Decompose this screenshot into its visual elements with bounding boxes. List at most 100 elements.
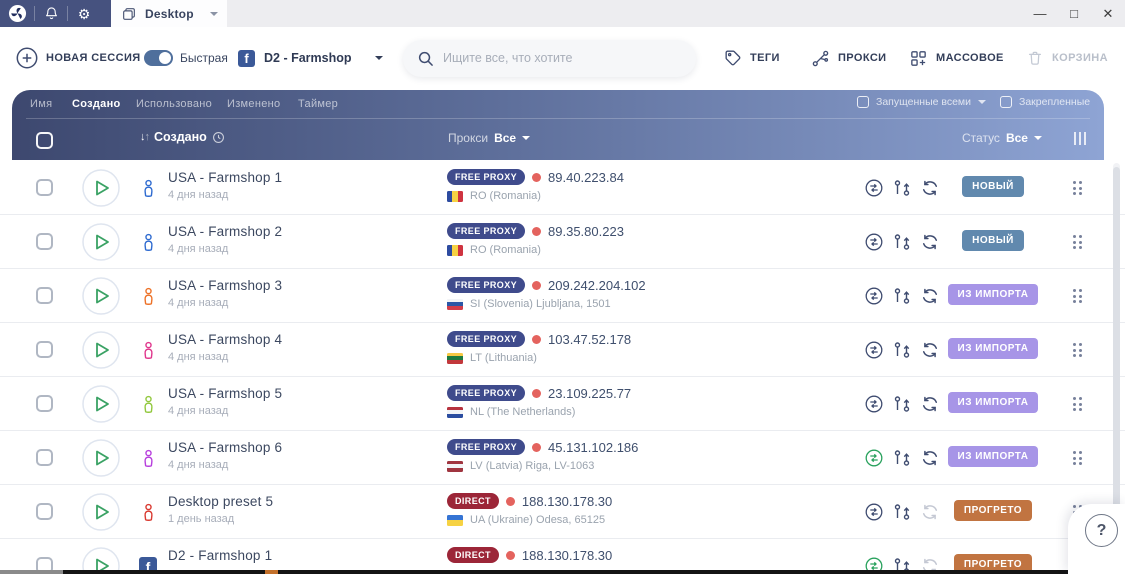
tab-desktop[interactable]: Desktop — [111, 0, 227, 27]
row-actions — [864, 340, 940, 360]
row-menu-kebab[interactable] — [1073, 451, 1083, 465]
tab-used[interactable]: Использовано — [136, 98, 212, 110]
country-flag-icon — [447, 352, 463, 364]
filter-pinned[interactable]: Закрепленные — [1000, 96, 1090, 108]
row-menu-kebab[interactable] — [1073, 181, 1083, 195]
proxy-type-badge: FREE PROXY — [447, 169, 526, 185]
share-profile-icon[interactable] — [892, 340, 912, 360]
proxy-change-icon[interactable] — [864, 340, 884, 360]
play-button[interactable] — [82, 169, 120, 207]
proxy-change-icon[interactable] — [864, 286, 884, 306]
filter-running-by-all[interactable]: Запущенные всеми — [857, 96, 987, 108]
refresh-icon[interactable] — [920, 502, 940, 522]
row-checkbox[interactable] — [36, 341, 53, 358]
share-profile-icon[interactable] — [892, 232, 912, 252]
proxy-country: UA (Ukraine) Odesa, 65125 — [470, 514, 606, 526]
play-button[interactable] — [82, 493, 120, 531]
proxy-status-dot — [532, 442, 542, 452]
quick-toggle[interactable] — [144, 50, 173, 66]
tab-name[interactable]: Имя — [30, 98, 52, 110]
bulk-actions-button[interactable]: МАССОВОЕ — [909, 27, 1004, 89]
share-profile-icon[interactable] — [892, 502, 912, 522]
play-button[interactable] — [82, 439, 120, 477]
row-checkbox[interactable] — [36, 449, 53, 466]
search-input[interactable] — [443, 51, 663, 65]
profile-name-cell: Desktop preset 5 1 день назад — [168, 494, 273, 525]
checkbox-icon — [857, 96, 869, 108]
notifications-bell-icon[interactable] — [42, 5, 60, 23]
row-menu-kebab[interactable] — [1073, 235, 1083, 249]
refresh-icon[interactable] — [920, 340, 940, 360]
scrollbar-thumb[interactable] — [1113, 167, 1120, 537]
row-checkbox[interactable] — [36, 179, 53, 196]
proxy-country: RO (Romania) — [470, 190, 541, 202]
profile-name: USA - Farmshop 3 — [168, 278, 283, 293]
settings-gear-icon[interactable]: ⚙ — [75, 5, 93, 23]
row-menu-kebab[interactable] — [1073, 343, 1083, 357]
background-strip — [0, 570, 1125, 574]
refresh-icon[interactable] — [920, 178, 940, 198]
select-all-checkbox[interactable] — [36, 132, 53, 149]
proxy-change-icon[interactable] — [864, 394, 884, 414]
chevron-down-icon — [209, 11, 218, 16]
help-widget-card: ? — [1068, 504, 1125, 574]
proxy-nodes-icon — [811, 49, 830, 68]
account-selector[interactable]: f D2 - Farmshop — [238, 27, 383, 89]
proxy-change-icon[interactable] — [864, 448, 884, 468]
tab-changed[interactable]: Изменено — [227, 98, 280, 110]
columns-settings-icon[interactable] — [1074, 132, 1086, 145]
tab-created[interactable]: Создано — [72, 98, 121, 110]
app-logo-icon[interactable] — [8, 4, 27, 23]
row-checkbox[interactable] — [36, 395, 53, 412]
chevron-down-icon — [1033, 136, 1042, 140]
play-button[interactable] — [82, 385, 120, 423]
search-pill[interactable] — [403, 39, 696, 77]
row-checkbox[interactable] — [36, 503, 53, 520]
refresh-icon[interactable] — [920, 286, 940, 306]
country-flag-icon — [447, 298, 463, 310]
checkbox-icon — [1000, 96, 1012, 108]
play-button[interactable] — [82, 223, 120, 261]
maximize-button[interactable]: □ — [1057, 6, 1091, 21]
proxy-country: SI (Slovenia) Ljubljana, 1501 — [470, 298, 611, 310]
profile-name-cell: D2 - Farmshop 1 — [168, 548, 272, 567]
sort-by-created[interactable]: ↓↑ Создано — [140, 130, 225, 144]
refresh-icon[interactable] — [920, 448, 940, 468]
table-row: f USA - Farmshop 1 4 дня назад FREE PROX… — [0, 161, 1125, 215]
profile-name: USA - Farmshop 5 — [168, 386, 283, 401]
row-checkbox[interactable] — [36, 233, 53, 250]
profile-name: USA - Farmshop 1 — [168, 170, 283, 185]
proxy-status-dot — [505, 550, 515, 560]
share-profile-icon[interactable] — [892, 448, 912, 468]
row-checkbox[interactable] — [36, 287, 53, 304]
play-button[interactable] — [82, 331, 120, 369]
refresh-icon[interactable] — [920, 232, 940, 252]
share-profile-icon[interactable] — [892, 286, 912, 306]
row-menu-kebab[interactable] — [1073, 289, 1083, 303]
row-menu-kebab[interactable] — [1073, 397, 1083, 411]
proxy-change-icon[interactable] — [864, 178, 884, 198]
trash-button[interactable]: КОРЗИНА — [1026, 27, 1108, 89]
proxy-ip: 103.47.52.178 — [548, 331, 632, 347]
proxy-button[interactable]: ПРОКСИ — [811, 27, 886, 89]
proxy-change-icon[interactable] — [864, 232, 884, 252]
filter-label: Закрепленные — [1019, 96, 1091, 108]
proxy-cell: FREE PROXY 89.40.223.84 RO (Romania) — [447, 169, 624, 202]
new-session-button[interactable]: НОВАЯ СЕССИЯ — [16, 27, 141, 89]
profile-name: USA - Farmshop 4 — [168, 332, 283, 347]
share-profile-icon[interactable] — [892, 178, 912, 198]
minimize-button[interactable]: — — [1023, 6, 1057, 21]
play-button[interactable] — [82, 277, 120, 315]
help-button[interactable]: ? — [1085, 514, 1118, 547]
close-button[interactable]: ✕ — [1091, 6, 1125, 22]
refresh-icon[interactable] — [920, 394, 940, 414]
tags-button[interactable]: ТЕГИ — [724, 27, 780, 89]
status-filter-dropdown[interactable]: Статус Все — [962, 131, 1042, 145]
country-flag-icon — [447, 514, 463, 526]
tab-timer[interactable]: Таймер — [298, 98, 338, 110]
proxy-change-icon[interactable] — [864, 502, 884, 522]
share-profile-icon[interactable] — [892, 394, 912, 414]
profile-created: 4 дня назад — [168, 297, 229, 309]
tag-icon — [724, 49, 742, 67]
proxy-filter-dropdown[interactable]: Прокси Все — [448, 131, 531, 145]
